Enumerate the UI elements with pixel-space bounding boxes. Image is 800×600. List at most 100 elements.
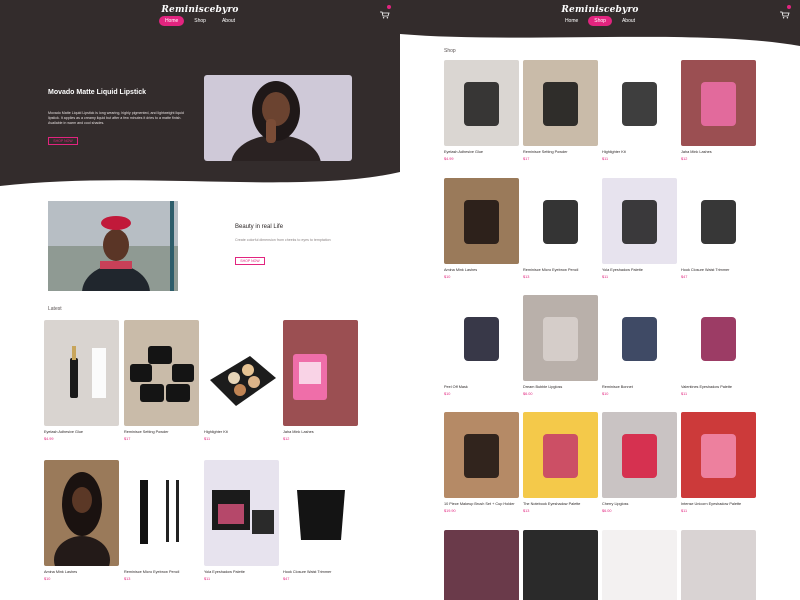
product-name: Eyelash Adhesive Glue xyxy=(444,150,484,154)
product-price: $10 xyxy=(444,392,451,396)
product-card[interactable]: Hook Closure Waist Trimmer $47 xyxy=(283,460,358,581)
product-price: $47 xyxy=(681,275,688,279)
product-name: Reminisce Bonnet xyxy=(602,385,633,389)
hero-shop-now-button[interactable]: SHOP NOW xyxy=(48,137,78,145)
product-card[interactable]: Reminisce Setting Powder $17 xyxy=(523,60,598,161)
product-card[interactable]: Reminisce Micro Eyebrow Pencil $13 xyxy=(124,460,199,581)
product-card[interactable]: Reminisce Bonnet $10 xyxy=(602,295,677,396)
top-nav: Reminiscebyro Home Shop About xyxy=(400,0,800,30)
product-price: $17 xyxy=(523,157,530,161)
product-image xyxy=(124,320,199,426)
cart-count-badge xyxy=(387,5,391,9)
beauty-description: Create colorful dimension from cheeks to… xyxy=(235,238,331,242)
product-card[interactable]: Amina Mink Lashes $10 xyxy=(444,178,519,279)
product-name: Intense Unicorn Eyeshadow Palette xyxy=(681,502,742,506)
product-name: Yola Eyeshadow Palette xyxy=(204,570,245,574)
product-card[interactable]: Yola Eyeshadow Palette $11 xyxy=(204,460,279,581)
product-card[interactable]: Hook Closure Waist Trimmer $47 xyxy=(681,178,756,279)
product-card[interactable]: Yola Eyeshadow Palette $11 xyxy=(602,178,677,279)
product-price: $11 xyxy=(204,437,211,441)
product-image xyxy=(602,412,677,498)
product-price: $12 xyxy=(681,157,688,161)
product-image xyxy=(444,412,519,498)
hero-title: Movado Matte Liquid Lipstick xyxy=(48,89,147,96)
product-image xyxy=(44,460,119,566)
product-price: $13 xyxy=(523,275,530,279)
nav-link-shop[interactable]: Shop xyxy=(588,16,612,26)
product-name: The Notebook Eyeshadow Palette xyxy=(523,502,581,506)
brand-logo[interactable]: Reminiscebyro xyxy=(0,5,400,15)
product-price: $13 xyxy=(523,509,530,513)
product-image xyxy=(444,530,519,600)
product-card[interactable]: Amina Mink Lashes $10 xyxy=(44,460,119,581)
shop-section-title: Shop xyxy=(444,48,456,54)
product-card[interactable]: Reminisce Micro Eyebrow Pencil $13 xyxy=(523,178,598,279)
product-name: Jaha Mink Lashes xyxy=(283,430,314,434)
product-card[interactable]: Highlighter Kit $11 xyxy=(204,320,279,441)
nav-link-about[interactable]: About xyxy=(616,16,641,26)
product-card[interactable]: Peel Off Mask $10 xyxy=(444,295,519,396)
beauty-model-image xyxy=(48,201,178,291)
product-image xyxy=(44,320,119,426)
brand-logo[interactable]: Reminiscebyro xyxy=(400,5,800,15)
product-card[interactable]: Reminisce Setting Powder $17 xyxy=(124,320,199,441)
top-nav: Reminiscebyro Home Shop About xyxy=(0,0,400,30)
product-card[interactable]: Jaha Mink Lashes $12 xyxy=(681,60,756,161)
product-card[interactable]: Intense Unicorn Eyeshadow Palette $11 xyxy=(681,412,756,513)
product-image xyxy=(523,60,598,146)
product-card[interactable]: Valentines Eyeshadow Palette $11 xyxy=(681,295,756,396)
product-image xyxy=(681,412,756,498)
beauty-shop-now-button[interactable]: SHOP NOW xyxy=(235,257,265,265)
product-card[interactable] xyxy=(602,530,677,600)
home-page-panel: Reminiscebyro Home Shop About Movado Mat… xyxy=(0,0,400,600)
product-price: $6.00 xyxy=(602,509,612,513)
product-name: Hook Closure Waist Trimmer xyxy=(681,268,730,272)
product-card[interactable]: Dream Bubble Lipgloss $6.00 xyxy=(523,295,598,396)
product-card[interactable]: The Notebook Eyeshadow Palette $13 xyxy=(523,412,598,513)
product-name: Jaha Mink Lashes xyxy=(681,150,712,154)
beauty-title: Beauty in real Life xyxy=(235,224,284,230)
product-card[interactable] xyxy=(523,530,598,600)
product-price: $17 xyxy=(124,437,131,441)
product-image xyxy=(124,460,199,566)
product-name: Dream Bubble Lipgloss xyxy=(523,385,563,389)
product-image xyxy=(602,530,677,600)
product-card[interactable]: Highlighter Kit $11 xyxy=(602,60,677,161)
product-name: Yola Eyeshadow Palette xyxy=(602,268,643,272)
product-name: Hook Closure Waist Trimmer xyxy=(283,570,332,574)
product-name: Highlighter Kit xyxy=(602,150,626,154)
product-price: $10 xyxy=(444,275,451,279)
product-card[interactable]: Jaha Mink Lashes $12 xyxy=(283,320,358,441)
product-card[interactable]: Eyelash Adhesive Glue $4.99 xyxy=(44,320,119,441)
nav-links: Home Shop About xyxy=(400,16,800,26)
product-card[interactable]: Cherry Lipgloss $6.00 xyxy=(602,412,677,513)
product-price: $6.00 xyxy=(523,392,533,396)
product-name: Reminisce Micro Eyebrow Pencil xyxy=(523,268,579,272)
product-card[interactable]: 10 Piece Makeup Brush Set + Cup Holder $1… xyxy=(444,412,519,513)
hero-description: Movado Matte Liquid Lipstick is long wea… xyxy=(48,111,184,126)
product-price: $19.90 xyxy=(444,509,456,513)
shopping-cart-icon[interactable] xyxy=(780,5,791,19)
product-name: Peel Off Mask xyxy=(444,385,468,389)
product-card[interactable] xyxy=(444,530,519,600)
cart-count-badge xyxy=(787,5,791,9)
nav-link-home[interactable]: Home xyxy=(559,16,584,26)
product-price: $10 xyxy=(602,392,609,396)
product-card[interactable]: Eyelash Adhesive Glue $4.99 xyxy=(444,60,519,161)
nav-link-about[interactable]: About xyxy=(216,16,241,26)
product-name: Amina Mink Lashes xyxy=(44,570,78,574)
product-price: $4.99 xyxy=(444,157,454,161)
product-card[interactable] xyxy=(681,530,756,600)
product-image xyxy=(204,460,279,566)
product-name: Reminisce Micro Eyebrow Pencil xyxy=(124,570,180,574)
nav-link-home[interactable]: Home xyxy=(158,16,185,26)
shopping-cart-icon[interactable] xyxy=(380,5,391,19)
product-image xyxy=(444,60,519,146)
product-price: $47 xyxy=(283,577,290,581)
product-price: $12 xyxy=(283,437,290,441)
product-image xyxy=(523,412,598,498)
product-name: Valentines Eyeshadow Palette xyxy=(681,385,733,389)
product-image xyxy=(444,295,519,381)
nav-link-shop[interactable]: Shop xyxy=(188,16,212,26)
product-image xyxy=(681,60,756,146)
